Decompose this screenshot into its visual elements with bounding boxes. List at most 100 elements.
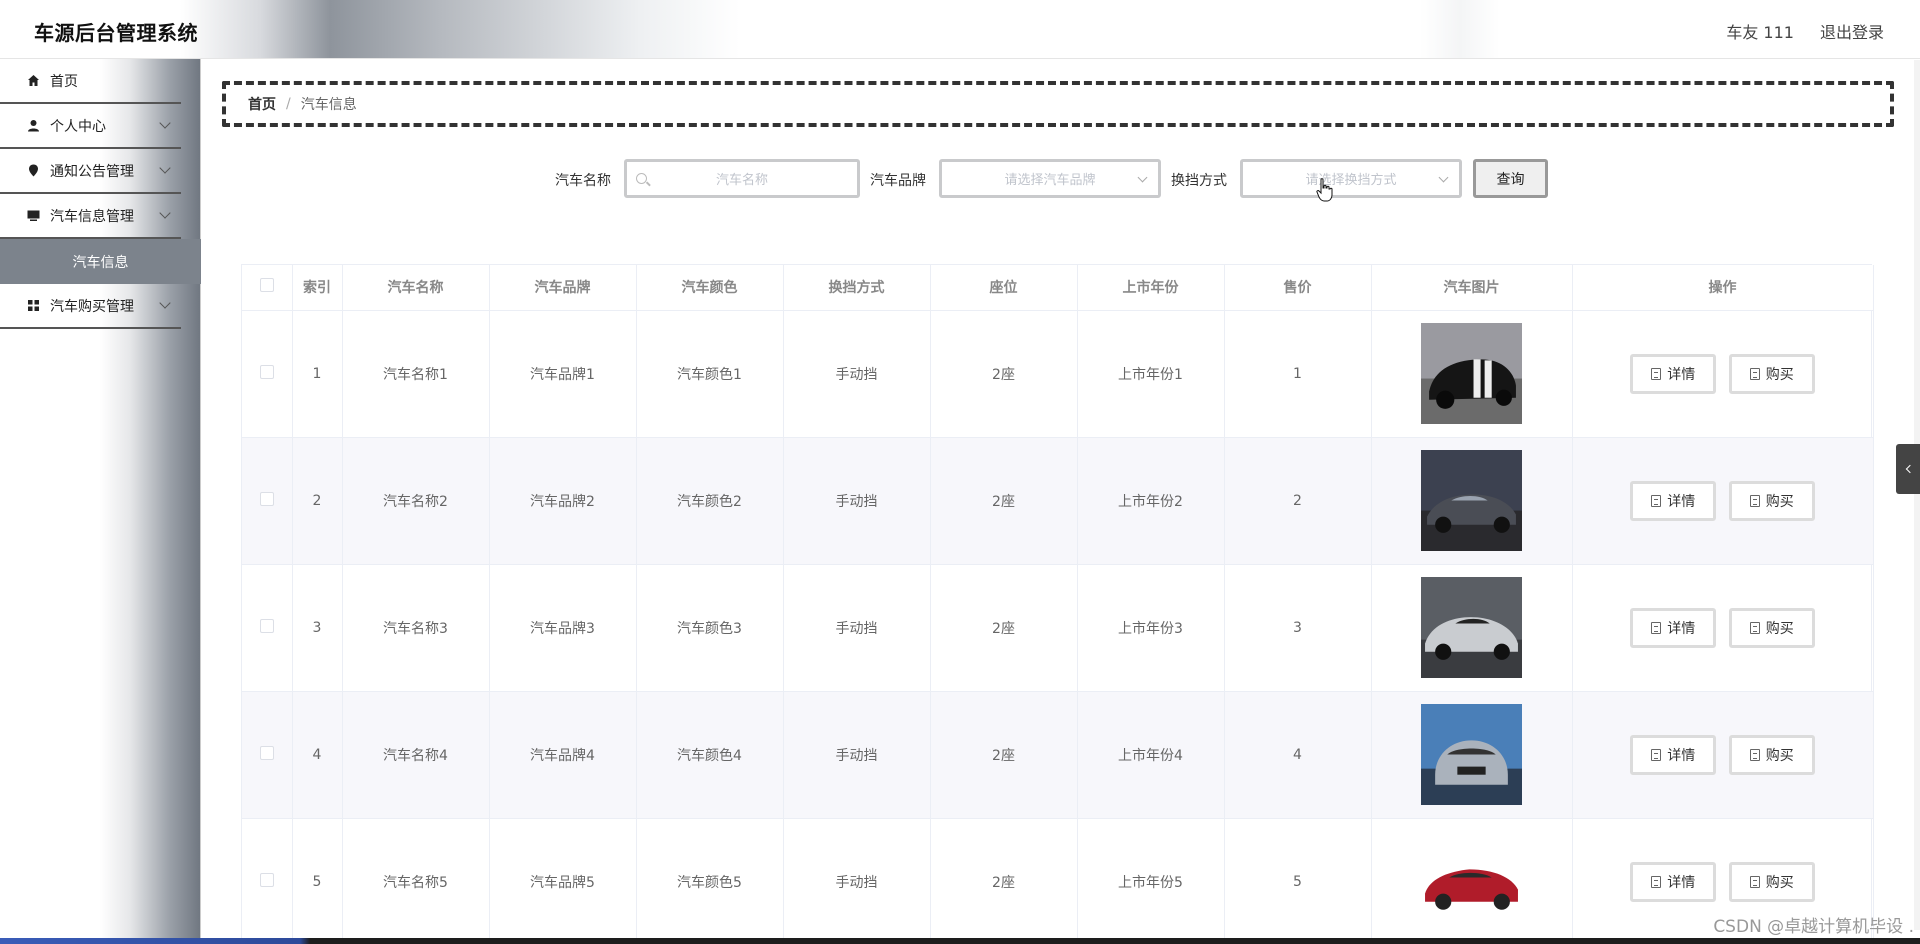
car-info-table: 索引 汽车名称 汽车品牌 汽车颜色 换挡方式 座位 上市年份 售价 汽车图片 操… (241, 264, 1874, 944)
current-user[interactable]: 车友 111 (1726, 19, 1794, 43)
cell-price: 4 (1224, 691, 1372, 819)
sidebar-item-car-info[interactable]: 汽车信息管理 (0, 194, 181, 239)
document-icon (1749, 494, 1760, 507)
cell-price: 5 (1224, 818, 1372, 944)
breadcrumb-home[interactable]: 首页 (248, 94, 276, 114)
buy-button[interactable]: 购买 (1728, 353, 1815, 394)
chevron-down-icon (159, 297, 171, 309)
sidebar-item-personal[interactable]: 个人中心 (0, 104, 181, 149)
cell-name: 汽车名称4 (342, 691, 490, 819)
watermark: CSDN @卓越计算机毕设 . (1713, 917, 1914, 937)
column-header: 汽车颜色 (636, 265, 784, 311)
car-image[interactable] (1421, 577, 1522, 678)
cell-price: 1 (1224, 310, 1372, 438)
cell-brand: 汽车品牌2 (489, 437, 637, 565)
cell-brand: 汽车品牌3 (489, 564, 637, 692)
row-checkbox[interactable] (259, 618, 274, 633)
cell-price: 3 (1224, 564, 1372, 692)
cell-name: 汽车名称5 (342, 818, 490, 944)
buy-button[interactable]: 购买 (1728, 480, 1815, 521)
document-icon (1749, 748, 1760, 761)
row-checkbox[interactable] (259, 745, 274, 760)
cell-index: 2 (292, 437, 343, 565)
buy-label: 购买 (1765, 366, 1794, 383)
search-icon (636, 173, 647, 184)
cell-color: 汽车颜色4 (636, 691, 784, 819)
car-name-label: 汽车名称 (555, 173, 611, 189)
column-header: 操作 (1572, 265, 1874, 311)
buy-label: 购买 (1765, 874, 1794, 891)
detail-label: 详情 (1667, 366, 1696, 383)
search-form: 汽车名称 汽车名称 汽车品牌 请选择汽车品牌 换挡方式 请选择换挡方式 查询 (0, 159, 1920, 199)
sidebar-subitem-car-info[interactable]: 汽车信息 (0, 239, 201, 284)
detail-button[interactable]: 详情 (1630, 480, 1717, 521)
cell-index: 3 (292, 564, 343, 692)
breadcrumb-separator: / (286, 96, 291, 112)
cell-color: 汽车颜色5 (636, 818, 784, 944)
document-icon (1651, 748, 1662, 761)
car-image[interactable] (1421, 323, 1522, 424)
detail-button[interactable]: 详情 (1630, 353, 1717, 394)
sidebar-item-car-purchase[interactable]: 汽车购买管理 (0, 284, 181, 329)
buy-button[interactable]: 购买 (1728, 861, 1815, 902)
cell-color: 汽车颜色2 (636, 437, 784, 565)
breadcrumb: 首页 / 汽车信息 (222, 81, 1894, 127)
cell-brand: 汽车品牌5 (489, 818, 637, 944)
chevron-left-icon (1905, 464, 1914, 474)
cell-seats: 2座 (930, 691, 1078, 819)
table-header-row: 索引 汽车名称 汽车品牌 汽车颜色 换挡方式 座位 上市年份 售价 汽车图片 操… (242, 265, 1874, 311)
column-header: 售价 (1224, 265, 1372, 311)
document-icon (1749, 875, 1760, 888)
sidebar-item-label: 个人中心 (50, 118, 106, 135)
chevron-down-icon (1137, 172, 1148, 183)
car-name-placeholder: 汽车名称 (715, 173, 768, 188)
column-header: 索引 (292, 265, 343, 311)
sidebar-item-label: 首页 (50, 73, 78, 90)
column-header: 座位 (930, 265, 1078, 311)
query-button[interactable]: 查询 (1473, 159, 1548, 198)
cell-seats: 2座 (930, 310, 1078, 438)
gear-type-select[interactable]: 请选择换挡方式 (1240, 159, 1462, 198)
cell-brand: 汽车品牌1 (489, 310, 637, 438)
car-brand-label: 汽车品牌 (870, 173, 926, 189)
page-scrollbar[interactable] (1914, 60, 1920, 930)
chevron-down-icon (159, 207, 171, 219)
select-all-checkbox[interactable] (259, 278, 274, 293)
home-icon (26, 74, 40, 88)
buy-button[interactable]: 购买 (1728, 734, 1815, 775)
column-header: 上市年份 (1077, 265, 1225, 311)
row-checkbox[interactable] (259, 872, 274, 887)
cell-index: 5 (292, 818, 343, 944)
side-panel-toggle[interactable] (1896, 444, 1920, 494)
car-image[interactable] (1421, 704, 1522, 805)
car-brand-select[interactable]: 请选择汽车品牌 (939, 159, 1161, 198)
detail-button[interactable]: 详情 (1630, 861, 1717, 902)
row-checkbox[interactable] (259, 491, 274, 506)
select-all-cell[interactable] (242, 265, 293, 311)
monitor-icon (26, 209, 40, 223)
buy-label: 购买 (1765, 747, 1794, 764)
buy-button[interactable]: 购买 (1728, 607, 1815, 648)
cell-brand: 汽车品牌4 (489, 691, 637, 819)
top-header: 车源后台管理系统 车友 111 退出登录 (0, 0, 1920, 59)
car-image[interactable] (1421, 450, 1522, 551)
cell-gear: 手动挡 (783, 818, 931, 944)
logout-link[interactable]: 退出登录 (1820, 19, 1884, 43)
chevron-down-icon (159, 117, 171, 129)
cell-year: 上市年份5 (1077, 818, 1225, 944)
detail-button[interactable]: 详情 (1630, 607, 1717, 648)
breadcrumb-current: 汽车信息 (300, 97, 357, 113)
row-checkbox[interactable] (259, 364, 274, 379)
cell-gear: 手动挡 (783, 691, 931, 819)
document-icon (1749, 621, 1760, 634)
detail-label: 详情 (1667, 620, 1696, 637)
document-icon (1651, 621, 1662, 634)
car-name-input[interactable]: 汽车名称 (624, 159, 860, 198)
detail-button[interactable]: 详情 (1630, 734, 1717, 775)
car-image[interactable] (1421, 831, 1522, 932)
cell-index: 4 (292, 691, 343, 819)
sidebar-item-home[interactable]: 首页 (0, 59, 181, 104)
document-icon (1651, 875, 1662, 888)
table-row: 3 汽车名称3 汽车品牌3 汽车颜色3 手动挡 2座 上市年份3 3 详情 购买 (242, 564, 1874, 692)
column-header: 汽车品牌 (489, 265, 637, 311)
